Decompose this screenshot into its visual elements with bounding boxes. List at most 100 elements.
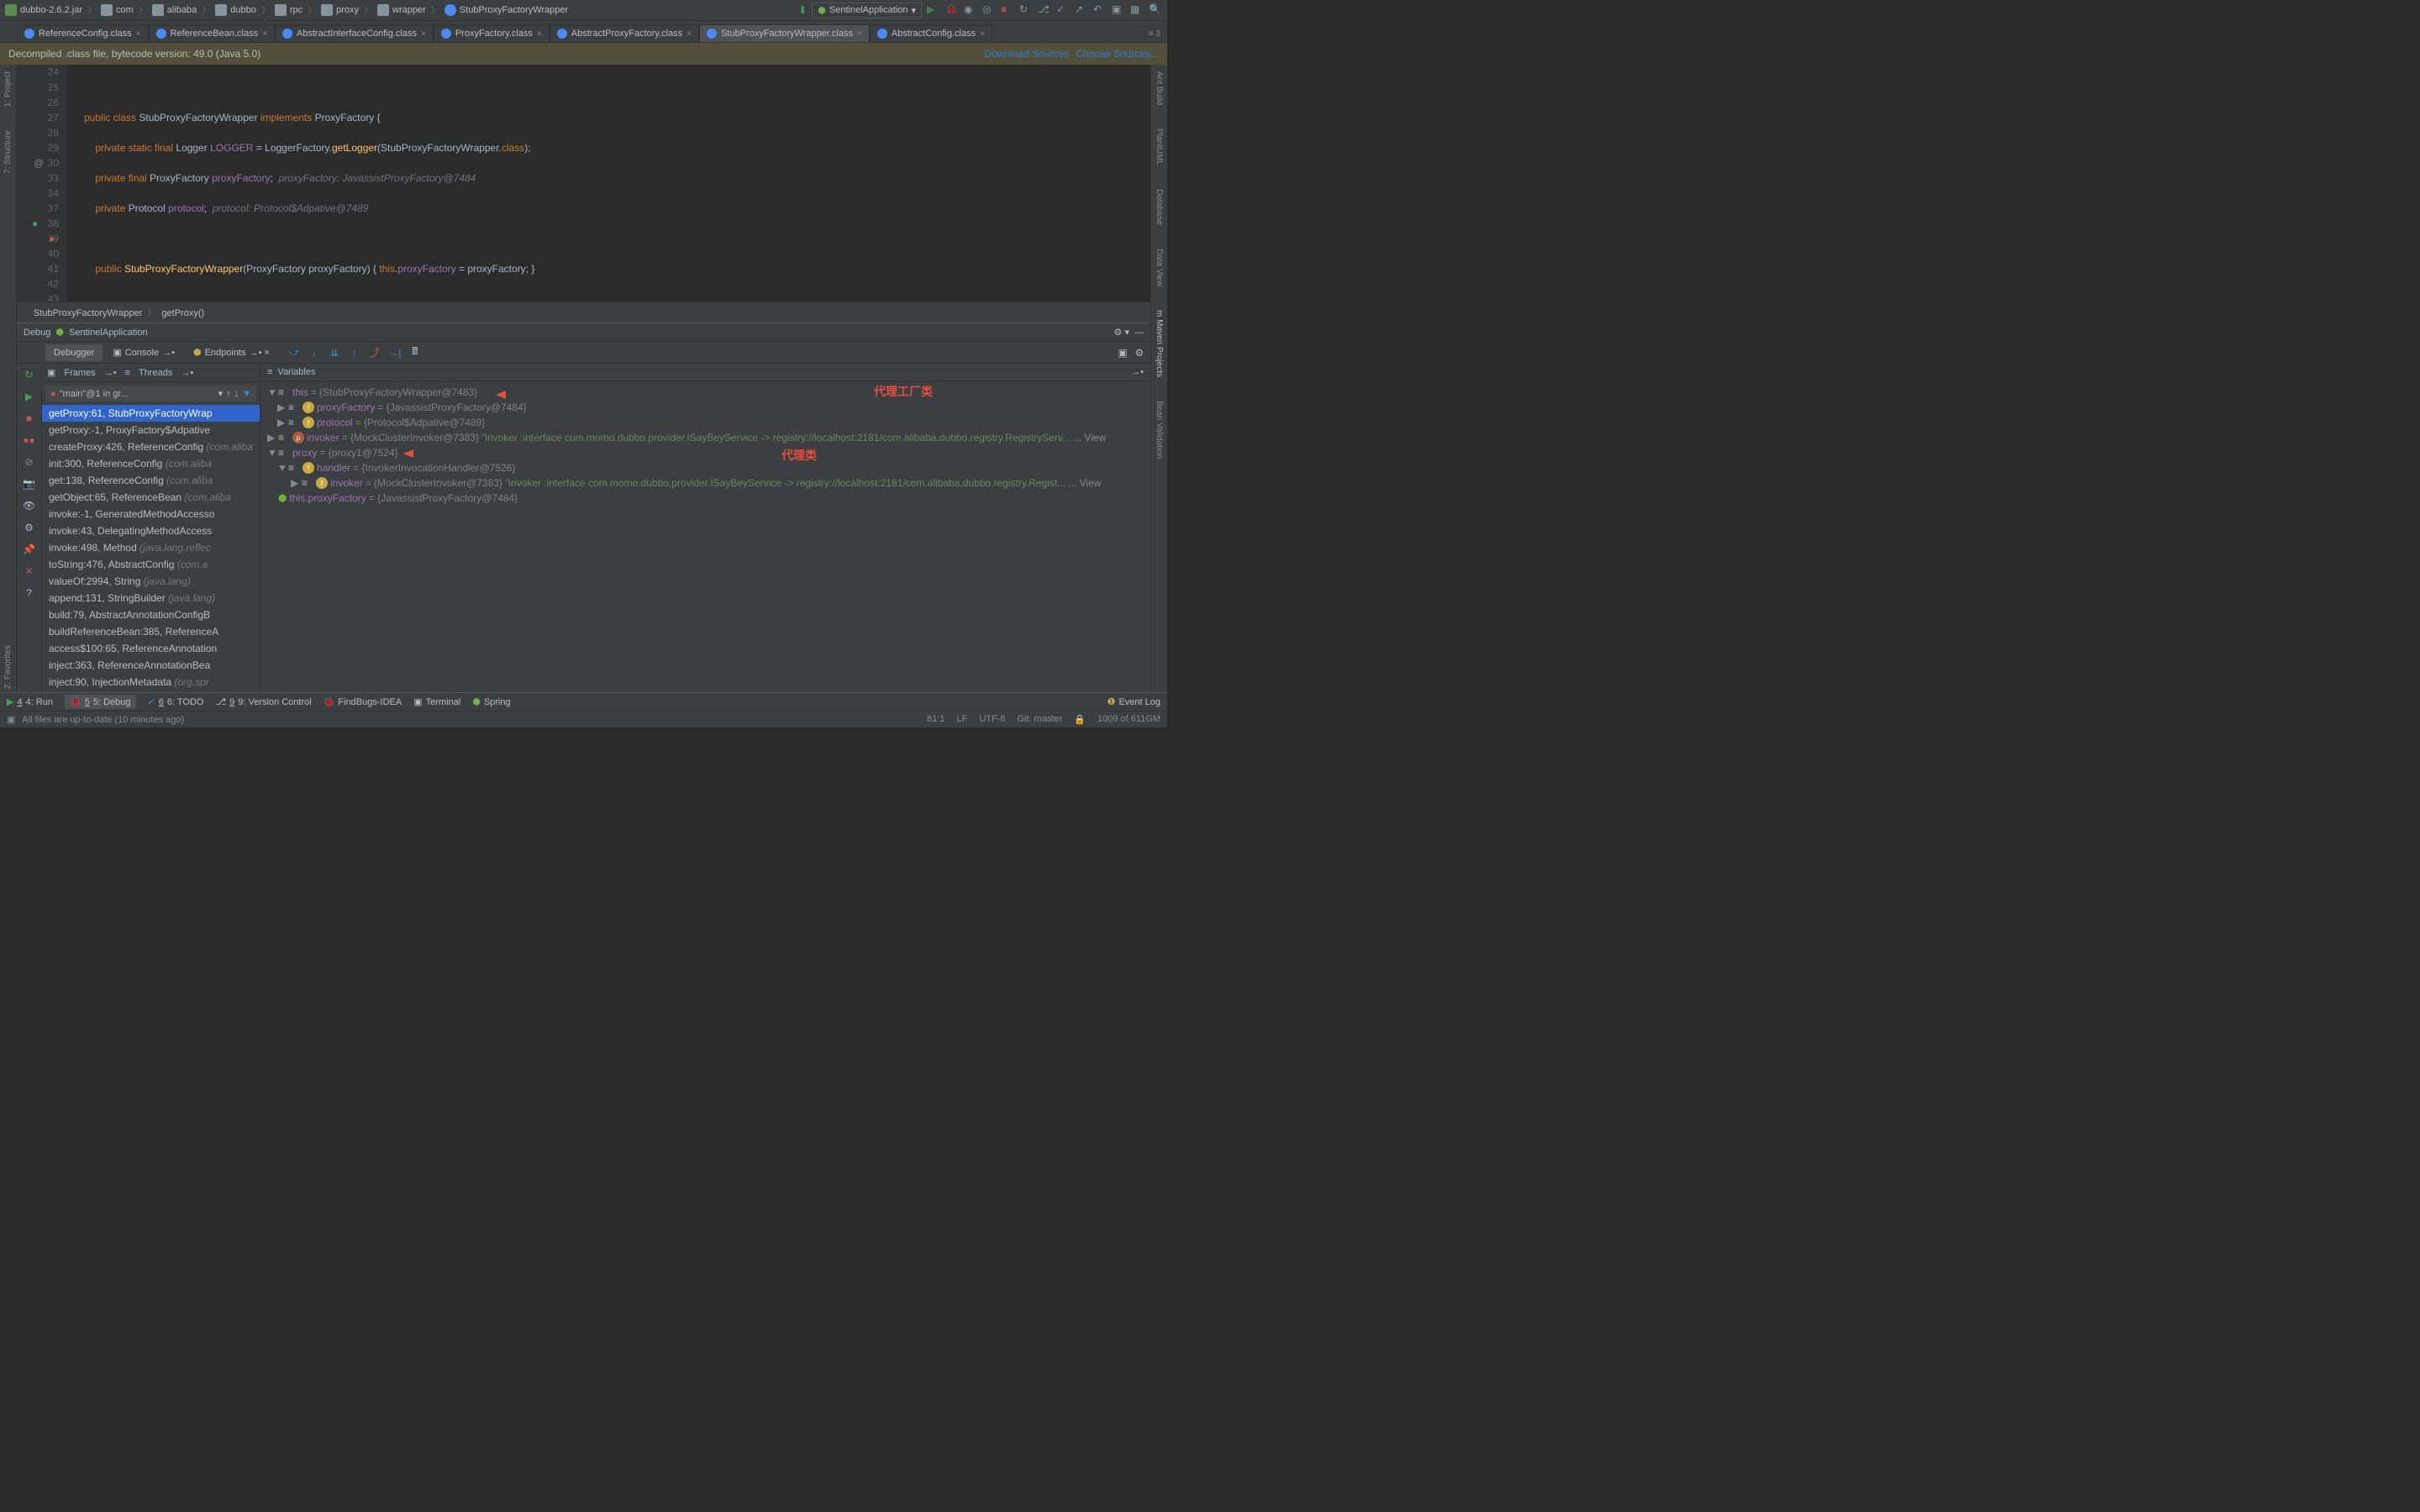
close-debug-icon[interactable]: ✕ (22, 564, 37, 579)
vcs-icon[interactable]: ⎇ (1038, 3, 1051, 17)
terminal-tool[interactable]: ▣Terminal (413, 696, 460, 707)
version-control-tool[interactable]: ⎇ 99: Version Control (215, 696, 311, 707)
structure-icon[interactable]: ▦ (1130, 3, 1144, 17)
profile-icon[interactable]: ◎ (982, 3, 996, 17)
commit-icon[interactable]: ✓ (1056, 3, 1070, 17)
thread-selector[interactable]: ● "main"@1 in gr... ▾ ↑ ↓ ▼ (45, 386, 256, 402)
breadcrumb-item[interactable]: StubProxyFactoryWrapper (445, 4, 568, 16)
tabs-counter[interactable]: ≡ 3 (1142, 26, 1167, 42)
lock-icon[interactable]: 🔒 (1074, 714, 1086, 725)
rerun-icon[interactable]: ↻ (22, 367, 37, 382)
breadcrumb-item[interactable]: rpc〉 (275, 3, 318, 17)
todo-tool[interactable]: ✓ 66: TODO (148, 696, 204, 707)
breadcrumb-item[interactable]: dubbo〉 (215, 3, 272, 17)
tab-proxy-factory[interactable]: ProxyFactory.class× (434, 24, 550, 42)
tab-abstract-proxy-factory[interactable]: AbstractProxyFactory.class× (550, 24, 699, 42)
variable-row[interactable]: ▶≡pinvoker = {MockClusterInvoker@7383} "… (264, 430, 1147, 445)
frame-item[interactable]: getProxy:-1, ProxyFactory$Adpative (42, 422, 260, 438)
endpoints-tab[interactable]: ⬢Endpoints →• × (185, 344, 278, 361)
rail-favorites[interactable]: 2: Favorites (2, 642, 14, 692)
mute-bp-icon[interactable]: ⊘ (22, 454, 37, 470)
frame-item[interactable]: getProxy:61, StubProxyFactoryWrap (42, 405, 260, 422)
spring-tool[interactable]: ⬢Spring (472, 696, 510, 707)
breakpoints-icon[interactable]: ●● (22, 433, 37, 448)
rail-plantuml[interactable]: PlantUML (1153, 125, 1165, 169)
close-icon[interactable]: × (980, 29, 985, 39)
run-icon[interactable]: ▶ (927, 3, 940, 17)
frame-item[interactable]: init:300, ReferenceConfig (com.aliba (42, 455, 260, 472)
threads-label[interactable]: Threads (139, 368, 172, 378)
gear-icon[interactable]: ⚙ ▾ (1114, 327, 1129, 338)
tab-reference-config[interactable]: ReferenceConfig.class× (17, 24, 149, 42)
breadcrumb-item[interactable]: com〉 (101, 3, 150, 17)
tab-reference-bean[interactable]: ReferenceBean.class× (149, 24, 275, 42)
rail-structure[interactable]: 7: Structure (2, 127, 14, 177)
variables-tree[interactable]: 代理工厂类 代理类 ▼≡this = {StubProxyFactoryWrap… (260, 381, 1150, 692)
rail-maven[interactable]: m Maven Projects (1153, 307, 1165, 381)
debug-tool[interactable]: 🐞 55: Debug (65, 695, 135, 709)
choose-sources-link[interactable]: Choose Sources... (1076, 48, 1159, 60)
settings2-icon[interactable]: ⚙ (22, 520, 37, 535)
rail-ant[interactable]: Ant Build (1153, 68, 1165, 108)
debug-icon[interactable]: 🐞 (945, 3, 959, 17)
frame-item[interactable]: append:131, StringBuilder (java.lang) (42, 590, 260, 606)
up-icon[interactable]: ↑ (226, 389, 231, 399)
variable-row[interactable]: ▶≡fproxyFactory = {JavassistProxyFactory… (264, 400, 1147, 415)
close-icon[interactable]: × (857, 29, 862, 39)
pin-icon[interactable]: 📌 (22, 542, 37, 557)
run-tool[interactable]: ▶ 44: Run (7, 696, 53, 707)
event-log[interactable]: ❶Event Log (1107, 696, 1160, 707)
frame-item[interactable]: get:138, ReferenceConfig (com.aliba (42, 472, 260, 489)
variable-row[interactable]: ▼≡fhandler = {InvokerInvocationHandler@7… (264, 460, 1147, 475)
variable-row[interactable]: ▶≡fprotocol = {Protocol$Adpative@7489} (264, 415, 1147, 430)
minimize-icon[interactable]: — (1134, 328, 1144, 338)
build-icon[interactable]: ⬇ (798, 4, 807, 16)
stop-icon[interactable]: ■ (22, 411, 37, 426)
breadcrumb-item[interactable]: alibaba〉 (152, 3, 213, 17)
down-icon[interactable]: ↓ (234, 389, 239, 399)
frame-item[interactable]: inject:90, InjectionMetadata (org.spr (42, 674, 260, 690)
search-icon[interactable]: 🔍 (1149, 3, 1162, 17)
frame-item[interactable]: toString:476, AbstractConfig (com.a (42, 556, 260, 573)
rail-database[interactable]: Database (1153, 186, 1165, 228)
tab-abstract-interface-config[interactable]: AbstractInterfaceConfig.class× (275, 24, 434, 42)
layout-icon[interactable]: ▣ (1115, 345, 1130, 360)
resume-icon[interactable]: ▶ (22, 389, 37, 404)
settings-icon[interactable]: ⚙ (1132, 345, 1147, 360)
frame-item[interactable]: build:79, AbstractAnnotationConfigB (42, 606, 260, 623)
code-editor[interactable]: 2425262728293033343738394041424344454647… (17, 65, 1150, 302)
variable-row[interactable]: ▼≡proxy = {proxy1@7524} (264, 445, 1147, 460)
close-icon[interactable]: × (136, 29, 141, 39)
step-over-icon[interactable]: ⤻ (287, 345, 302, 360)
findbugs-tool[interactable]: 🐞FindBugs-IDEA (324, 696, 402, 707)
frame-item[interactable]: invoke:498, Method (java.lang.reflec (42, 539, 260, 556)
line-separator[interactable]: LF (956, 714, 967, 725)
close-icon[interactable]: × (262, 29, 267, 39)
force-step-into-icon[interactable]: ⇊ (327, 345, 342, 360)
frame-item[interactable]: valueOf:2994, String (java.lang) (42, 573, 260, 590)
close-icon[interactable]: × (421, 29, 426, 39)
frame-item[interactable]: getObject:65, ReferenceBean (com.aliba (42, 489, 260, 506)
debugger-tab[interactable]: Debugger (45, 344, 103, 361)
console-tab[interactable]: ▣Console →• (104, 344, 183, 361)
variable-row[interactable]: ⬢this.proxyFactory = {JavassistProxyFact… (264, 491, 1147, 506)
frame-item[interactable]: createProxy:426, ReferenceConfig (com.al… (42, 438, 260, 455)
status-icon[interactable]: ▣ (7, 714, 15, 725)
drop-frame-icon[interactable]: ⤴ (367, 345, 382, 360)
step-into-icon[interactable]: ↓ (307, 345, 322, 360)
dump-icon[interactable]: 📷 (22, 476, 37, 491)
close-icon[interactable]: × (537, 29, 542, 39)
frame-item[interactable]: invoke:-1, GeneratedMethodAccesso (42, 506, 260, 522)
watch-icon[interactable]: 👁 (22, 498, 37, 513)
filter-icon[interactable]: ▼ (242, 389, 251, 399)
encoding[interactable]: UTF-8 (979, 714, 1005, 725)
variable-row[interactable]: ▼≡this = {StubProxyFactoryWrapper@7483} (264, 385, 1147, 400)
rail-dataview[interactable]: Data View (1153, 245, 1165, 290)
nav-icon[interactable]: ▣ (1112, 3, 1125, 17)
rail-project[interactable]: 1: Project (2, 68, 14, 110)
frame-item[interactable]: inject:363, ReferenceAnnotationBea (42, 657, 260, 674)
coverage-icon[interactable]: ◉ (964, 3, 977, 17)
breadcrumb-item[interactable]: proxy〉 (321, 3, 375, 17)
run-config-selector[interactable]: ⬢SentinelApplication ▾ (812, 3, 922, 18)
update-icon[interactable]: ↻ (1019, 3, 1033, 17)
